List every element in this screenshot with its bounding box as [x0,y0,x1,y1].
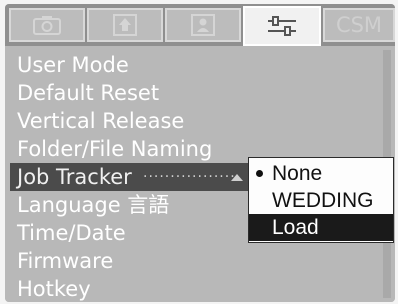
menu-item-vertical-release[interactable]: Vertical Release [17,107,184,135]
tab-playback[interactable] [87,8,163,42]
option-load[interactable]: Load [249,214,393,241]
option-label: Load [272,216,319,239]
tab-setup[interactable] [243,6,321,46]
menu-item-folder-file-naming[interactable]: Folder/File Naming [17,135,212,163]
dotted-leader: ................. [143,165,236,181]
tab-custom[interactable] [165,8,241,42]
submenu-arrow-icon [231,174,243,181]
option-label: None [272,162,323,185]
menu-item-default-reset[interactable]: Default Reset [17,79,159,107]
menu-item-time-date[interactable]: Time/Date [17,219,126,247]
menu-item-label: Job Tracker [17,165,132,189]
menu-item-hotkey[interactable]: Hotkey [17,275,91,302]
option-wedding[interactable]: WEDDING [249,187,393,214]
tab-bar: CSM [5,4,395,46]
option-none[interactable]: None [249,160,393,187]
job-tracker-popup: None WEDDING Load [248,157,394,243]
tab-csm[interactable]: CSM [323,8,395,42]
tab-shooting[interactable] [9,8,85,42]
menu-item-language[interactable]: Language 言語 [17,191,169,219]
wrench-icon [268,16,296,36]
playback-icon [113,14,137,36]
selected-bullet-icon [256,170,263,177]
menu-item-job-tracker[interactable]: Job Tracker ................. [10,163,250,191]
camera-menu-screen: CSM User Mode Default Reset Vertical Rel… [5,4,395,302]
person-icon [191,14,215,36]
option-label: WEDDING [272,189,374,212]
camera-icon [33,16,61,35]
menu-item-firmware[interactable]: Firmware [17,247,113,275]
menu-item-user-mode[interactable]: User Mode [17,51,129,79]
